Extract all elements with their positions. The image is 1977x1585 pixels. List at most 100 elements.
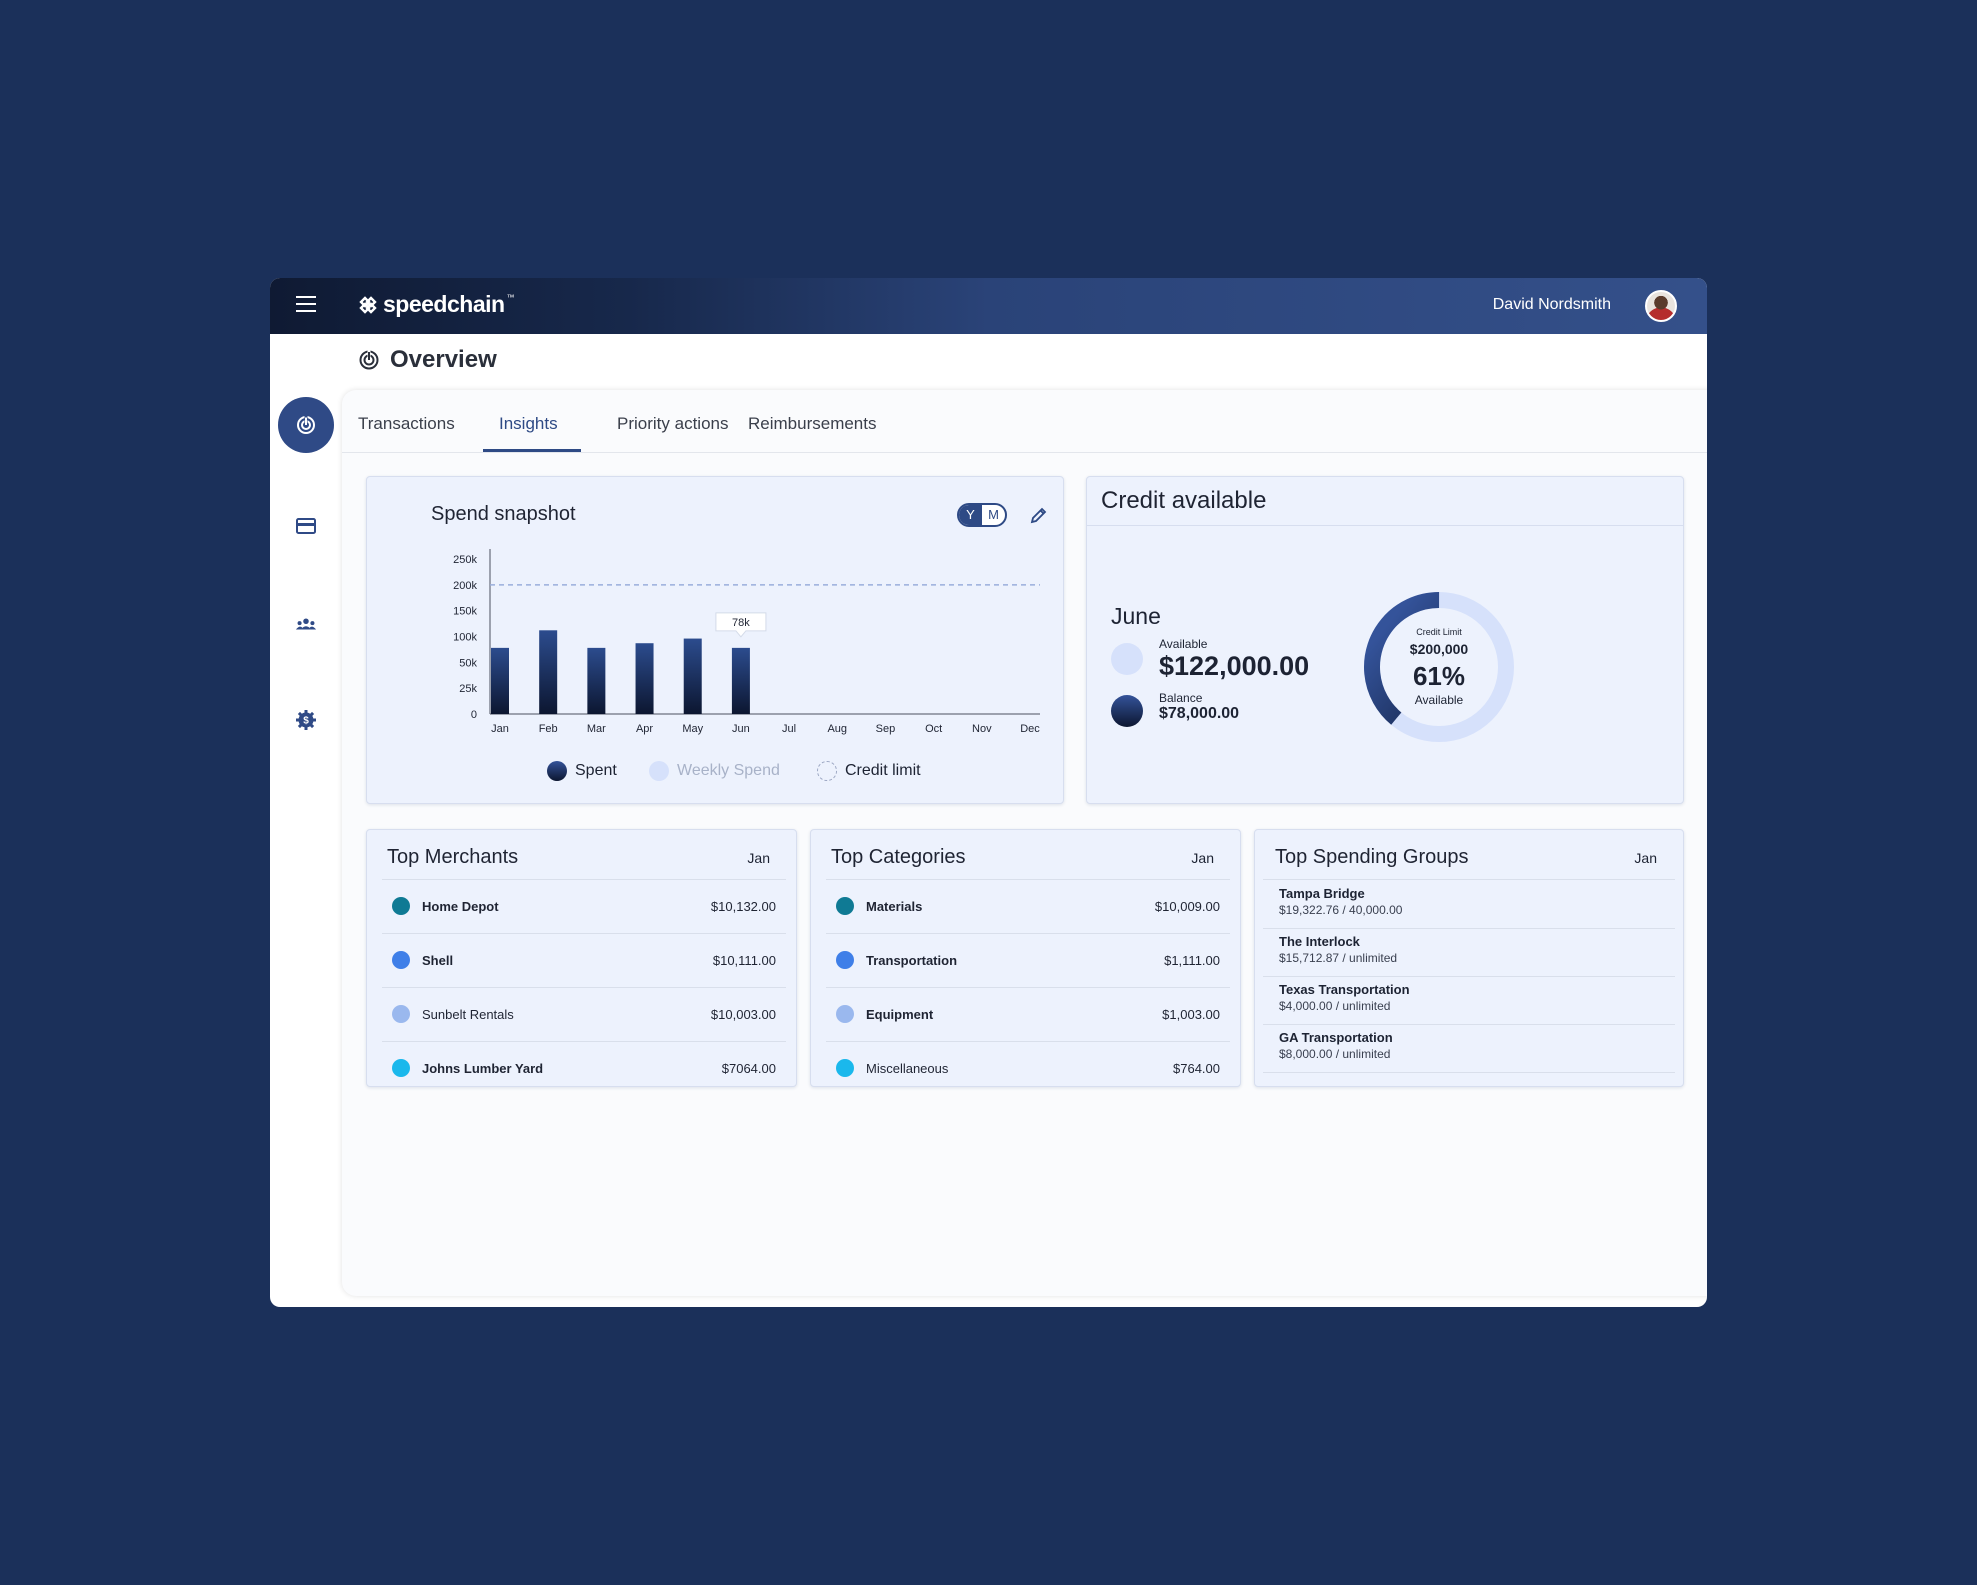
y-tick-label: 150k: [453, 606, 477, 618]
legend-credit-limit[interactable]: Credit limit: [817, 761, 921, 781]
credit-card-icon: [296, 518, 316, 534]
tab-transactions[interactable]: Transactions: [358, 414, 455, 434]
tab-insights[interactable]: Insights: [499, 414, 558, 434]
y-tick-label: 50k: [459, 657, 477, 669]
category-color-dot: [836, 1005, 854, 1023]
brand-logo[interactable]: speedchain ™: [357, 291, 515, 318]
list-item[interactable]: Equipment $1,003.00: [826, 987, 1230, 1042]
svg-text:$: $: [303, 716, 309, 727]
merchant-color-dot: [392, 1059, 410, 1077]
merchant-color-dot: [392, 897, 410, 915]
group-spend: $4,000.00 / unlimited: [1279, 999, 1391, 1013]
list-item[interactable]: Miscellaneous $764.00: [826, 1041, 1230, 1095]
user-name[interactable]: David Nordsmith: [1493, 296, 1611, 314]
legend-spent[interactable]: Spent: [547, 761, 617, 781]
merchant-amount: $10,003.00: [710, 1006, 776, 1022]
bar-jan: [491, 647, 509, 714]
donut-percent: 61%: [1412, 661, 1466, 691]
top-categories-card: Top Categories Jan Materials $10,009.00 …: [810, 829, 1241, 1087]
group-name: Texas Transportation: [1279, 982, 1410, 997]
category-color-dot: [836, 1059, 854, 1077]
tab-priority-actions[interactable]: Priority actions: [617, 414, 728, 434]
x-tick-label: Jan: [491, 723, 509, 735]
available-swatch: [1111, 643, 1143, 675]
legend-limit-swatch: [817, 761, 837, 781]
top-merchants-title: Top Merchants: [387, 846, 519, 868]
merchant-name: Shell: [422, 952, 454, 968]
list-item[interactable]: Transportation $1,111.00: [826, 933, 1230, 988]
list-item[interactable]: Home Depot $10,132.00: [382, 879, 786, 934]
top-spending-groups-card: Top Spending Groups Jan Tampa Bridge $19…: [1254, 829, 1684, 1087]
top-categories-period[interactable]: Jan: [1191, 850, 1214, 866]
list-item[interactable]: Texas Transportation $4,000.00 / unlimit…: [1263, 976, 1675, 1025]
overview-icon: [359, 350, 379, 370]
donut-percent-label: Available: [1414, 693, 1464, 707]
list-item[interactable]: GA Transportation $8,000.00 / unlimited: [1263, 1024, 1675, 1073]
x-tick-label: Sep: [876, 723, 896, 735]
category-amount: $10,009.00: [1154, 898, 1220, 914]
x-tick-label: Mar: [587, 723, 606, 735]
bar-feb: [539, 630, 558, 714]
y-tick-label: 250k: [453, 554, 477, 566]
category-name: Materials: [866, 898, 923, 914]
list-item[interactable]: Johns Lumber Yard $7064.00: [382, 1041, 786, 1095]
bar-apr: [635, 643, 654, 714]
sidebar-item-cards[interactable]: [278, 498, 334, 554]
brand-trademark: ™: [506, 293, 515, 302]
credit-available-title: Credit available: [1101, 487, 1267, 514]
legend-weekly-swatch: [649, 761, 669, 781]
merchant-amount: $10,111.00: [712, 952, 776, 968]
credit-month: June: [1111, 603, 1161, 629]
top-merchants-period[interactable]: Jan: [747, 850, 770, 866]
merchant-color-dot: [392, 1005, 410, 1023]
top-groups-period[interactable]: Jan: [1634, 850, 1657, 866]
tab-reimbursements[interactable]: Reimbursements: [748, 414, 877, 434]
bar-tooltip-label: 78k: [732, 617, 750, 629]
active-tab-indicator: [483, 449, 581, 452]
group-spend: $15,712.87 / unlimited: [1279, 951, 1398, 965]
legend-spent-label: Spent: [575, 762, 617, 779]
top-merchants-card: Top Merchants Jan Home Depot $10,132.00 …: [366, 829, 797, 1087]
spend-bar-chart: 0 25k 50k 100k 150k 200k 250k Jan Feb Mar Apr May Ju…: [453, 549, 1040, 735]
y-tick-label: 100k: [453, 632, 477, 644]
x-tick-label: Nov: [972, 723, 992, 735]
toggle-year[interactable]: Y: [959, 505, 982, 525]
group-spend: $8,000.00 / unlimited: [1279, 1047, 1391, 1061]
list-item[interactable]: Shell $10,111.00: [382, 933, 786, 988]
main-panel: Transactions Insights Priority actions R…: [342, 390, 1707, 1296]
gear-dollar-icon: $: [296, 710, 316, 730]
merchant-name: Home Depot: [422, 898, 499, 914]
balance-value: $78,000.00: [1159, 705, 1240, 722]
category-color-dot: [836, 951, 854, 969]
top-groups-title: Top Spending Groups: [1275, 846, 1469, 868]
sidebar-item-people[interactable]: [278, 596, 334, 652]
toggle-month[interactable]: M: [982, 505, 1005, 525]
donut-limit-value: $200,000: [1409, 641, 1469, 657]
sidebar: $: [270, 334, 340, 1307]
list-item[interactable]: Tampa Bridge $19,322.76 / 40,000.00: [1263, 880, 1675, 929]
category-name: Equipment: [866, 1006, 934, 1022]
brand-name: speedchain: [383, 291, 505, 317]
pencil-icon[interactable]: [1029, 505, 1049, 525]
bar-jun: [731, 647, 750, 714]
y-tick-label: 0: [471, 709, 477, 721]
top-bar: speedchain ™ David Nordsmith: [270, 278, 1707, 334]
list-item[interactable]: Materials $10,009.00: [826, 879, 1230, 934]
available-label: Available: [1159, 637, 1208, 651]
x-tick-label: Dec: [1020, 723, 1040, 735]
spend-snapshot-title: Spend snapshot: [431, 503, 576, 525]
legend-spent-swatch: [547, 761, 567, 781]
x-tick-label: Apr: [636, 723, 653, 735]
avatar[interactable]: [1645, 290, 1677, 322]
list-item[interactable]: The Interlock $15,712.87 / unlimited: [1263, 928, 1675, 977]
category-amount: $764.00: [1173, 1060, 1220, 1076]
credit-available-card: Credit available June Available $122,000…: [1086, 476, 1684, 804]
list-item[interactable]: Sunbelt Rentals $10,003.00: [382, 987, 786, 1042]
x-tick-label: May: [682, 723, 703, 735]
sidebar-item-overview[interactable]: [278, 397, 334, 453]
menu-icon[interactable]: [296, 296, 316, 312]
year-month-toggle[interactable]: Y M: [957, 503, 1007, 527]
sidebar-item-settings[interactable]: $: [278, 692, 334, 748]
legend-weekly-spend[interactable]: Weekly Spend: [649, 761, 780, 781]
x-tick-label: Jun: [732, 723, 750, 735]
